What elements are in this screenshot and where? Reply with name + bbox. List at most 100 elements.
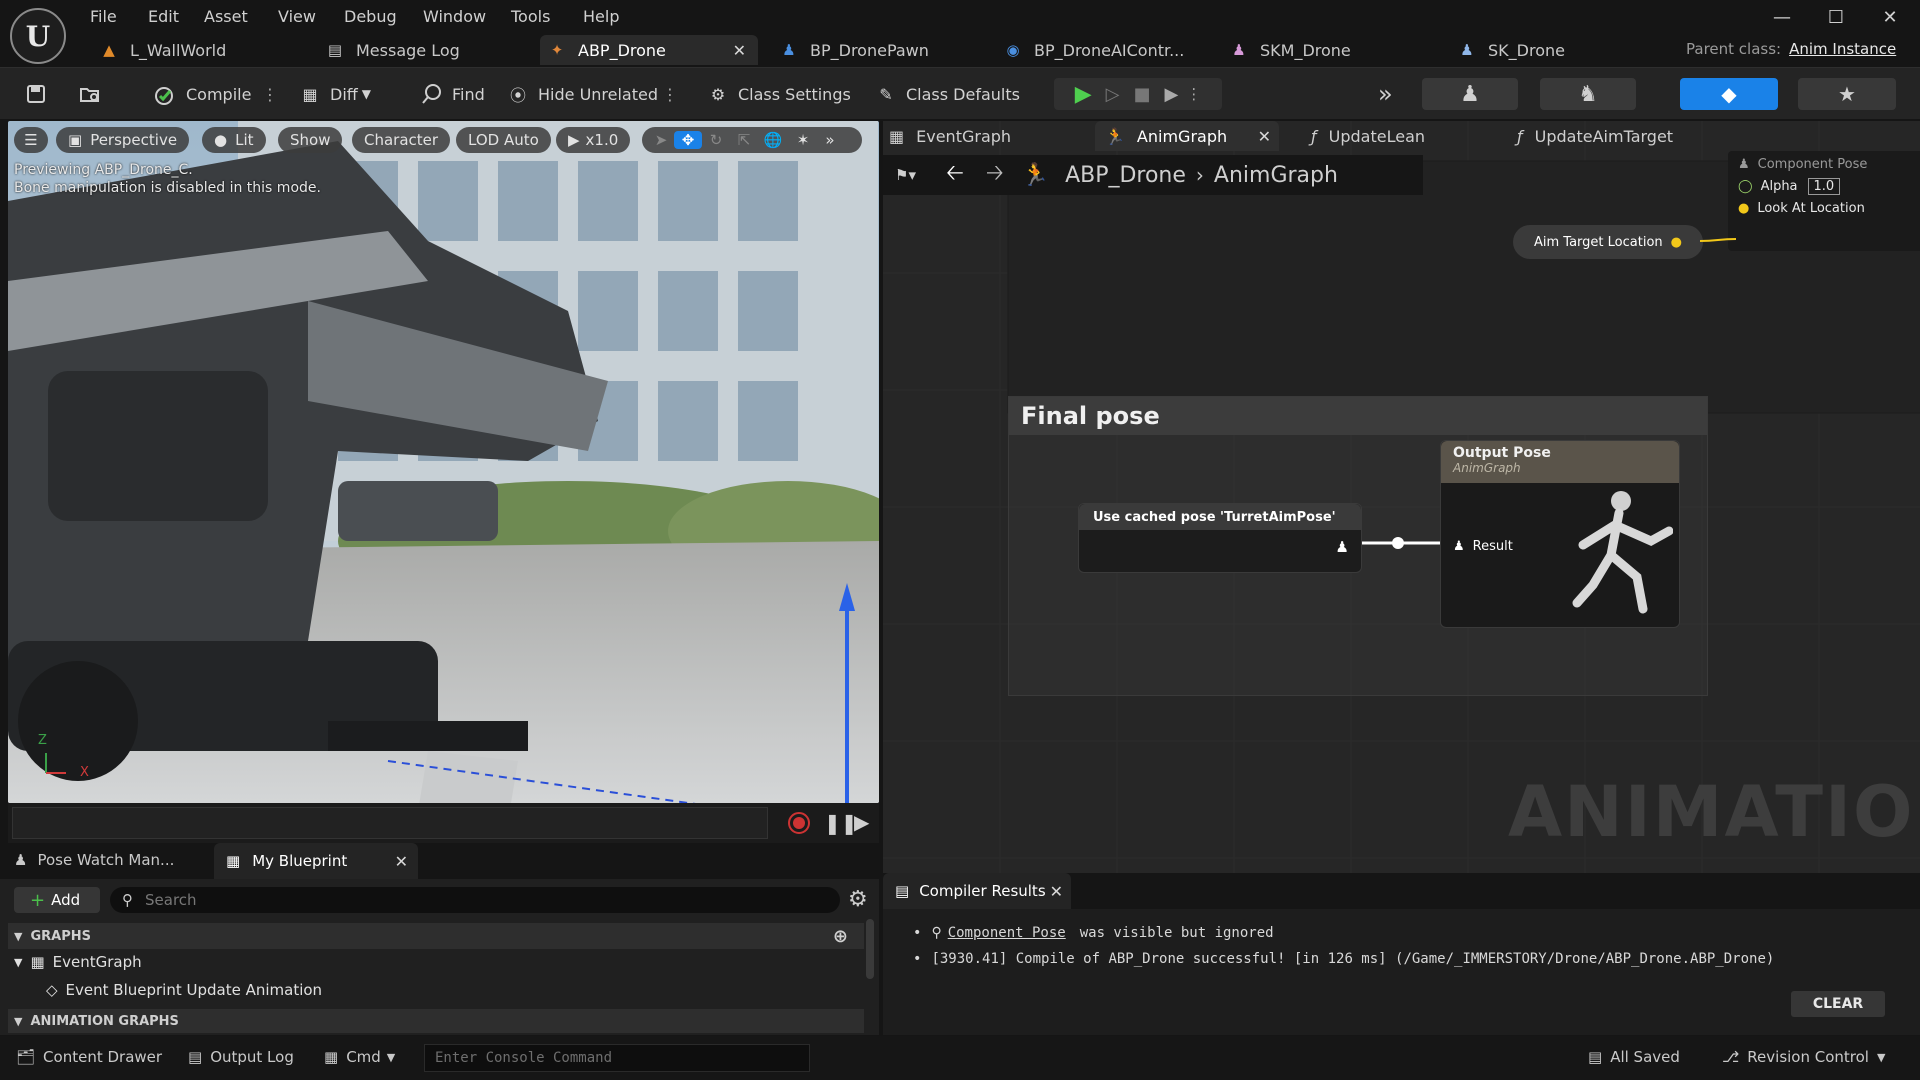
use-cached-pose-node[interactable]: Use cached pose 'TurretAimPose' ♟ [1078, 503, 1362, 573]
expand-toolbar-icon[interactable]: » [1378, 68, 1393, 120]
character-button[interactable]: Character [352, 127, 451, 153]
tab-my-blueprint[interactable]: ▦ My Blueprint ✕ [214, 843, 418, 879]
eject-icon[interactable]: ▶ [1164, 84, 1178, 105]
graph-tab-updatelean[interactable]: ƒ UpdateLean [1311, 121, 1461, 151]
lod-button[interactable]: LOD Auto [456, 127, 551, 153]
class-settings-button[interactable]: ⚙ Class Settings [706, 68, 851, 120]
close-tab-icon[interactable]: ✕ [1258, 127, 1271, 146]
look-at-location-pin[interactable]: ● Look At Location [1738, 201, 1918, 216]
save-button[interactable] [24, 68, 56, 120]
viewport-menu-icon[interactable]: ☰ [14, 127, 48, 153]
anim-graph-editor[interactable]: ▦ EventGraph 🏃 AnimGraph ✕ ƒ UpdateLean … [883, 121, 1920, 873]
menu-debug[interactable]: Debug [344, 7, 397, 26]
clear-button[interactable]: CLEAR [1791, 991, 1885, 1017]
close-window-icon[interactable]: ✕ [1870, 4, 1910, 30]
look-at-node[interactable]: ♟ Component Pose ◯ Alpha 1.0 ● Look At L… [1728, 151, 1920, 251]
component-pose-pin[interactable]: ♟ Component Pose [1738, 157, 1918, 172]
result-pin[interactable]: ♟ Result [1453, 539, 1513, 554]
hide-unrelated-button[interactable]: ⦿ Hide Unrelated [506, 68, 658, 120]
stop-icon[interactable]: ■ [1133, 84, 1150, 105]
settings-gear-icon[interactable]: ⚙ [848, 887, 868, 912]
add-graph-icon[interactable]: ⊕ [833, 926, 848, 947]
perspective-button[interactable]: ▣ Perspective [56, 127, 190, 153]
compile-button[interactable]: Compile [154, 68, 251, 120]
panel-scrollbar[interactable] [866, 919, 874, 979]
add-button[interactable]: + Add [14, 887, 100, 913]
doc-tab-sk-drone[interactable]: ♟ SK_Drone [1450, 35, 1650, 65]
close-tab-icon[interactable]: ✕ [733, 41, 746, 60]
compile-options-icon[interactable]: ⋮ [262, 68, 278, 120]
vector-pin-icon[interactable]: ● [1671, 235, 1682, 250]
doc-tab-bp-dronepawn[interactable]: ♟ BP_DronePawn [772, 35, 982, 65]
timeline-scrubber[interactable] [12, 807, 768, 839]
more-options-icon[interactable]: ⋮ [662, 68, 678, 120]
scale-tool-icon[interactable]: ⇱ [730, 131, 758, 149]
find-button[interactable]: Find [420, 68, 485, 120]
close-tab-icon[interactable]: ✕ [1050, 882, 1063, 901]
back-arrow-icon[interactable]: 🡠 [946, 156, 964, 194]
output-log-button[interactable]: ▤ Output Log [188, 1048, 294, 1066]
play-icon[interactable]: ▶ [1075, 82, 1092, 107]
browse-button[interactable] [78, 68, 110, 120]
maximize-icon[interactable]: ☐ [1816, 4, 1856, 30]
select-tool-icon[interactable]: ➤ [648, 131, 674, 149]
skeleton-mode-button[interactable]: ♟ [1422, 78, 1518, 110]
show-button[interactable]: Show [278, 127, 343, 153]
alpha-pin[interactable]: ◯ Alpha 1.0 [1738, 178, 1918, 195]
menu-tools[interactable]: Tools [511, 7, 550, 26]
doc-tab-abp-drone[interactable]: ✦ ABP_Drone ✕ [540, 35, 758, 65]
cmd-dropdown[interactable]: ▦ Cmd ▼ [324, 1048, 395, 1066]
surface-snap-icon[interactable]: ✶ [788, 131, 818, 149]
graph-tab-updateaimtarget[interactable]: ƒ UpdateAimTarget [1517, 121, 1717, 151]
class-defaults-button[interactable]: ✎ Class Defaults [874, 68, 1020, 120]
alpha-value-input[interactable]: 1.0 [1807, 178, 1841, 195]
console-command-input[interactable]: Enter Console Command [424, 1044, 810, 1072]
menu-window[interactable]: Window [423, 7, 486, 26]
graph-tab-eventgraph[interactable]: ▦ EventGraph [889, 121, 1085, 151]
minimize-icon[interactable]: — [1762, 4, 1802, 30]
step-icon[interactable]: ▷ [1106, 84, 1120, 105]
search-input[interactable]: ⚲ Search [110, 887, 840, 913]
unreal-logo-icon[interactable]: U [10, 8, 66, 64]
play-options-icon[interactable]: ⋮ [1186, 85, 1201, 103]
doc-tab-message-log[interactable]: ▤ Message Log [318, 35, 538, 65]
menu-file[interactable]: File [90, 7, 117, 26]
tree-item-event-update[interactable]: ◇ Event Blueprint Update Animation [46, 981, 322, 999]
tab-pose-watch-manager[interactable]: ♟ Pose Watch Man... [14, 851, 174, 869]
lit-button[interactable]: ● Lit [202, 127, 266, 153]
doc-tab-l-wallworld[interactable]: ▲ L_WallWorld [92, 35, 312, 65]
all-saved-status[interactable]: ▤ All Saved [1588, 1048, 1680, 1066]
playback-speed-button[interactable]: ▶ x1.0 [556, 127, 631, 153]
menu-help[interactable]: Help [583, 7, 619, 26]
rotate-tool-icon[interactable]: ↻ [702, 131, 730, 149]
output-pose-node[interactable]: Output Pose AnimGraph ♟ Result [1440, 440, 1680, 628]
breadcrumb-root[interactable]: ABP_Drone [1065, 163, 1186, 188]
pause-icon[interactable]: ❚❚ [824, 811, 858, 835]
doc-tab-bp-droneaicontroller[interactable]: ◉ BP_DroneAIContr... [996, 35, 1216, 65]
more-tools-icon[interactable]: » [818, 131, 842, 149]
physics-mode-button[interactable]: ★ [1798, 78, 1896, 110]
world-space-icon[interactable]: 🌐 [758, 131, 788, 149]
doc-tab-skm-drone[interactable]: ♟ SKM_Drone [1222, 35, 1432, 65]
preview-viewport[interactable]: ☰ ▣ Perspective ● Lit Show Character LOD… [8, 121, 879, 803]
bookmark-icon[interactable]: ⚑▾ [895, 166, 916, 184]
tab-compiler-results[interactable]: ▤ Compiler Results ✕ [883, 873, 1071, 909]
menu-edit[interactable]: Edit [148, 7, 179, 26]
component-pose-link[interactable]: Component Pose [948, 925, 1066, 941]
forward-arrow-icon[interactable]: 🡢 [986, 156, 1004, 194]
move-tool-icon[interactable]: ✥ [674, 131, 702, 149]
anim-graphs-section-header[interactable]: ▼ ANIMATION GRAPHS [8, 1009, 864, 1033]
mesh-mode-button[interactable]: ♞ [1540, 78, 1636, 110]
content-drawer-button[interactable]: 🗂 Content Drawer [16, 1048, 162, 1066]
menu-view[interactable]: View [278, 7, 316, 26]
pose-output-pin-icon[interactable]: ♟ [1336, 538, 1349, 556]
diff-button[interactable]: ▦ Diff ▼ [298, 68, 371, 120]
graph-tab-animgraph[interactable]: 🏃 AnimGraph ✕ [1095, 121, 1279, 151]
aim-target-location-node[interactable]: Aim Target Location ● [1513, 225, 1703, 259]
close-tab-icon[interactable]: ✕ [395, 852, 408, 871]
parent-class-link[interactable]: Anim Instance [1789, 40, 1896, 58]
revision-control-button[interactable]: ⎇ Revision Control ▼ [1722, 1048, 1885, 1066]
tree-item-eventgraph[interactable]: ▼ ▦ EventGraph [14, 953, 142, 971]
step-forward-icon[interactable]: ▶ [854, 810, 869, 834]
blueprint-mode-button[interactable]: ◆ [1680, 78, 1778, 110]
